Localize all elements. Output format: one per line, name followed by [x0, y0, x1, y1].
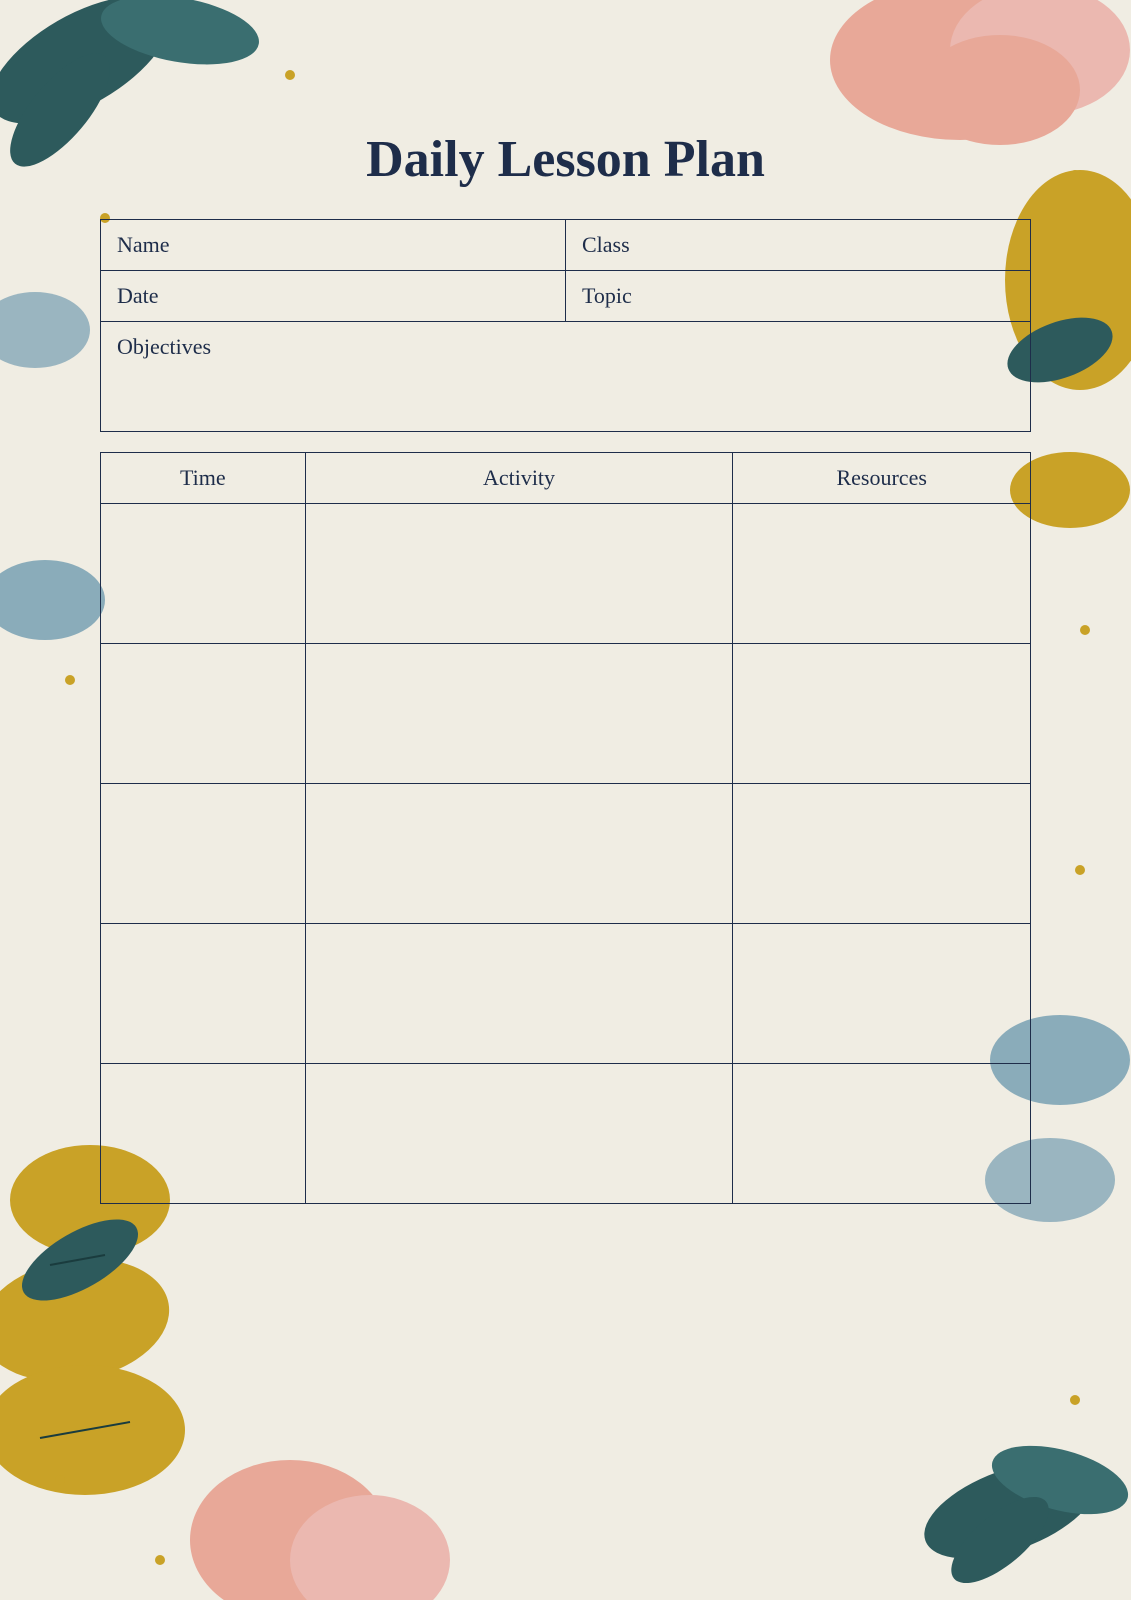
time-cell — [101, 504, 306, 644]
resources-cell — [733, 924, 1031, 1064]
table-row — [101, 924, 1031, 1064]
objectives-label: Objectives — [117, 334, 1014, 360]
form-section: Name Class Date Topic — [100, 219, 1031, 322]
activity-cell — [305, 924, 733, 1064]
date-topic-row: Date Topic — [101, 271, 1030, 321]
resources-cell — [733, 784, 1031, 924]
time-cell — [101, 924, 306, 1064]
time-cell — [101, 644, 306, 784]
activity-cell — [305, 784, 733, 924]
table-row — [101, 1064, 1031, 1204]
name-label: Name — [101, 220, 565, 270]
table-row — [101, 784, 1031, 924]
resources-cell — [733, 1064, 1031, 1204]
header-resources: Resources — [733, 453, 1031, 504]
activity-cell — [305, 504, 733, 644]
activity-cell — [305, 1064, 733, 1204]
main-content: Daily Lesson Plan Name Class Date Topic … — [100, 130, 1031, 1480]
table-row — [101, 504, 1031, 644]
page: Daily Lesson Plan Name Class Date Topic … — [0, 0, 1131, 1600]
resources-cell — [733, 504, 1031, 644]
activity-cell — [305, 644, 733, 784]
date-label: Date — [101, 271, 565, 321]
resources-cell — [733, 644, 1031, 784]
table-header-row: Time Activity Resources — [101, 453, 1031, 504]
objectives-section: Objectives — [100, 322, 1031, 432]
time-cell — [101, 1064, 306, 1204]
class-label: Class — [565, 220, 1030, 270]
table-row — [101, 644, 1031, 784]
header-activity: Activity — [305, 453, 733, 504]
header-time: Time — [101, 453, 306, 504]
name-class-row: Name Class — [101, 220, 1030, 271]
schedule-table: Time Activity Resources — [100, 452, 1031, 1204]
topic-label: Topic — [565, 271, 1030, 321]
time-cell — [101, 784, 306, 924]
page-title: Daily Lesson Plan — [100, 130, 1031, 189]
